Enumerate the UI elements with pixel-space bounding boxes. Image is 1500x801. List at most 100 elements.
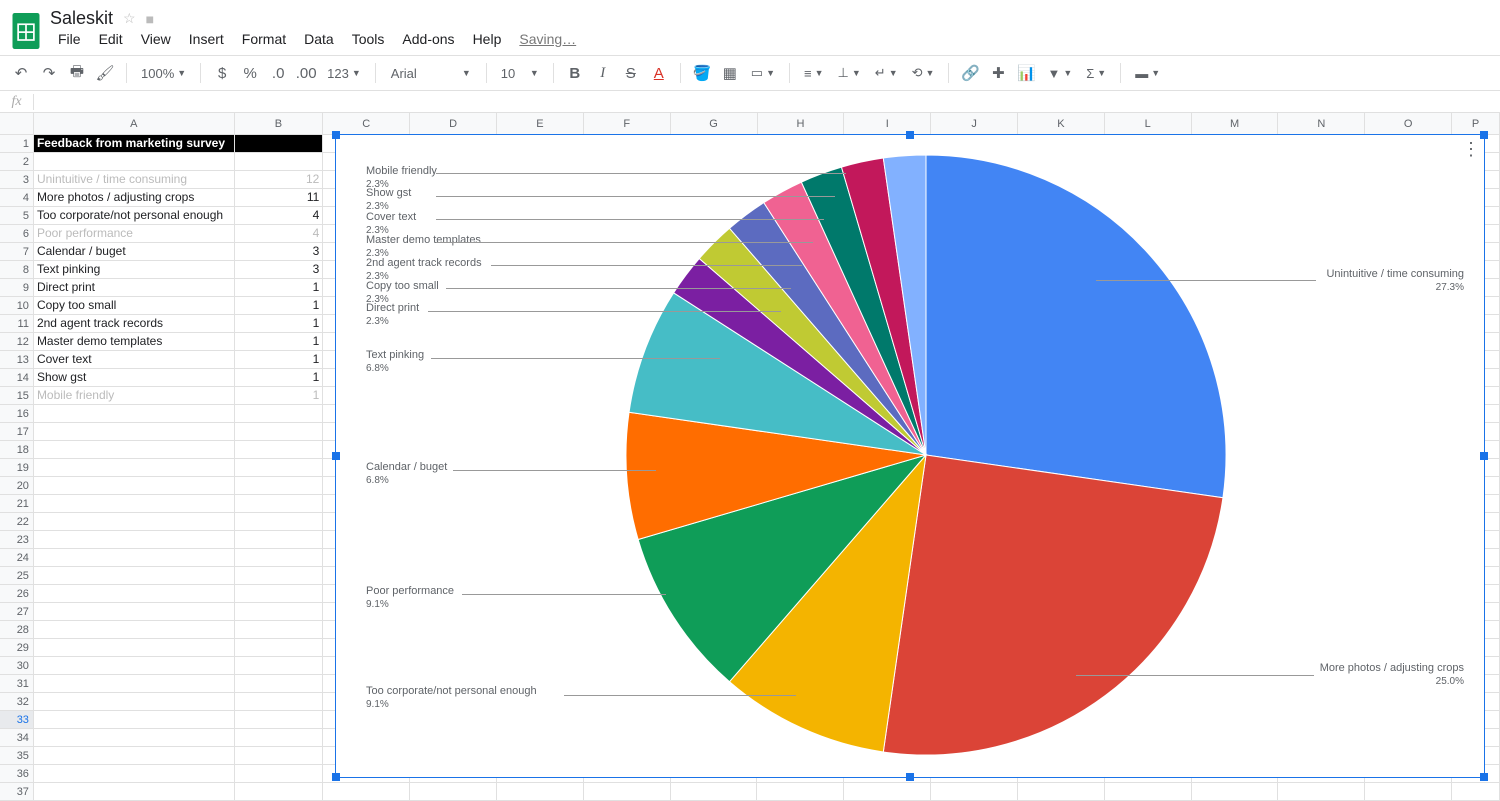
column-header[interactable]: D <box>410 113 497 135</box>
row-header[interactable]: 16 <box>0 405 34 423</box>
cell[interactable] <box>235 711 324 729</box>
cell[interactable] <box>34 477 235 495</box>
column-header[interactable]: E <box>497 113 584 135</box>
resize-handle[interactable] <box>332 131 340 139</box>
menu-addons[interactable]: Add-ons <box>394 29 462 49</box>
cell[interactable] <box>235 405 324 423</box>
cell[interactable]: Mobile friendly <box>34 387 235 405</box>
resize-handle[interactable] <box>332 452 340 460</box>
cell[interactable] <box>235 675 324 693</box>
insert-comment-icon[interactable]: ✚ <box>987 62 1009 84</box>
cell[interactable]: 3 <box>235 243 324 261</box>
resize-handle[interactable] <box>332 773 340 781</box>
menu-help[interactable]: Help <box>465 29 510 49</box>
column-header[interactable]: K <box>1018 113 1105 135</box>
cell[interactable]: 11 <box>235 189 324 207</box>
cell[interactable]: Copy too small <box>34 297 235 315</box>
sheets-logo-icon[interactable] <box>10 11 42 51</box>
cell[interactable] <box>34 405 235 423</box>
cell[interactable]: 1 <box>235 279 324 297</box>
menu-tools[interactable]: Tools <box>344 29 393 49</box>
cell[interactable]: Text pinking <box>34 261 235 279</box>
cell[interactable] <box>34 495 235 513</box>
row-header[interactable]: 19 <box>0 459 34 477</box>
resize-handle[interactable] <box>1480 131 1488 139</box>
cell[interactable] <box>34 783 235 801</box>
column-header[interactable]: N <box>1278 113 1365 135</box>
increase-decimal-icon[interactable]: .00 <box>295 62 317 84</box>
row-header[interactable]: 24 <box>0 549 34 567</box>
menu-file[interactable]: File <box>50 29 89 49</box>
row-header[interactable]: 22 <box>0 513 34 531</box>
cell[interactable] <box>1365 783 1452 801</box>
row-header[interactable]: 26 <box>0 585 34 603</box>
filter-dropdown[interactable]: ▼▼ <box>1043 66 1076 81</box>
functions-dropdown[interactable]: Σ▼ <box>1082 66 1110 81</box>
cell[interactable] <box>1105 783 1192 801</box>
resize-handle[interactable] <box>1480 452 1488 460</box>
cell[interactable] <box>34 603 235 621</box>
cell[interactable] <box>34 567 235 585</box>
row-header[interactable]: 31 <box>0 675 34 693</box>
row-header[interactable]: 5 <box>0 207 34 225</box>
insert-link-icon[interactable]: 🔗 <box>959 62 981 84</box>
row-header[interactable]: 12 <box>0 333 34 351</box>
insert-chart-icon[interactable]: 📊 <box>1015 62 1037 84</box>
cell[interactable] <box>34 639 235 657</box>
cell[interactable] <box>34 621 235 639</box>
cell[interactable] <box>235 621 324 639</box>
cell[interactable] <box>1018 783 1105 801</box>
cell[interactable] <box>235 135 324 153</box>
column-header[interactable]: B <box>235 113 324 135</box>
menu-data[interactable]: Data <box>296 29 342 49</box>
cell[interactable] <box>671 783 758 801</box>
row-header[interactable]: 20 <box>0 477 34 495</box>
column-header[interactable]: P <box>1452 113 1500 135</box>
column-header[interactable]: I <box>844 113 931 135</box>
row-header[interactable]: 23 <box>0 531 34 549</box>
formula-input[interactable] <box>34 92 1500 111</box>
cell[interactable]: Too corporate/not personal enough <box>34 207 235 225</box>
cell[interactable] <box>1192 783 1279 801</box>
cell[interactable] <box>235 747 324 765</box>
row-header[interactable]: 27 <box>0 603 34 621</box>
cell[interactable] <box>235 531 324 549</box>
font-size-dropdown[interactable]: 10▼ <box>497 66 543 81</box>
move-folder-icon[interactable]: ■ <box>146 11 154 27</box>
row-header[interactable]: 3 <box>0 171 34 189</box>
pie-chart-container[interactable]: ⋮ Unintuitive / time consuming27.3% More… <box>335 134 1485 778</box>
row-header[interactable]: 6 <box>0 225 34 243</box>
row-header[interactable]: 34 <box>0 729 34 747</box>
row-header[interactable]: 35 <box>0 747 34 765</box>
cell[interactable] <box>235 585 324 603</box>
row-header[interactable]: 28 <box>0 621 34 639</box>
more-formats-dropdown[interactable]: 123▼ <box>323 66 365 81</box>
cell[interactable] <box>34 549 235 567</box>
row-header[interactable]: 37 <box>0 783 34 801</box>
row-header[interactable]: 10 <box>0 297 34 315</box>
cell[interactable] <box>1452 783 1500 801</box>
cell[interactable] <box>34 423 235 441</box>
cell[interactable] <box>235 495 324 513</box>
row-header[interactable]: 11 <box>0 315 34 333</box>
row-header[interactable]: 14 <box>0 369 34 387</box>
cell[interactable]: Calendar / buget <box>34 243 235 261</box>
row-header[interactable]: 2 <box>0 153 34 171</box>
menu-format[interactable]: Format <box>234 29 294 49</box>
row-header[interactable]: 18 <box>0 441 34 459</box>
borders-icon[interactable]: ▦ <box>719 62 741 84</box>
resize-handle[interactable] <box>906 773 914 781</box>
row-header[interactable]: 15 <box>0 387 34 405</box>
cell[interactable] <box>34 531 235 549</box>
column-header[interactable]: F <box>584 113 671 135</box>
menu-view[interactable]: View <box>133 29 179 49</box>
cell[interactable]: Master demo templates <box>34 333 235 351</box>
fill-color-icon[interactable]: 🪣 <box>691 62 713 84</box>
cell[interactable]: Direct print <box>34 279 235 297</box>
text-color-icon[interactable]: A <box>648 62 670 84</box>
cell[interactable] <box>235 693 324 711</box>
cell[interactable]: Poor performance <box>34 225 235 243</box>
cell[interactable]: Cover text <box>34 351 235 369</box>
cell[interactable] <box>235 459 324 477</box>
column-header[interactable]: J <box>931 113 1018 135</box>
